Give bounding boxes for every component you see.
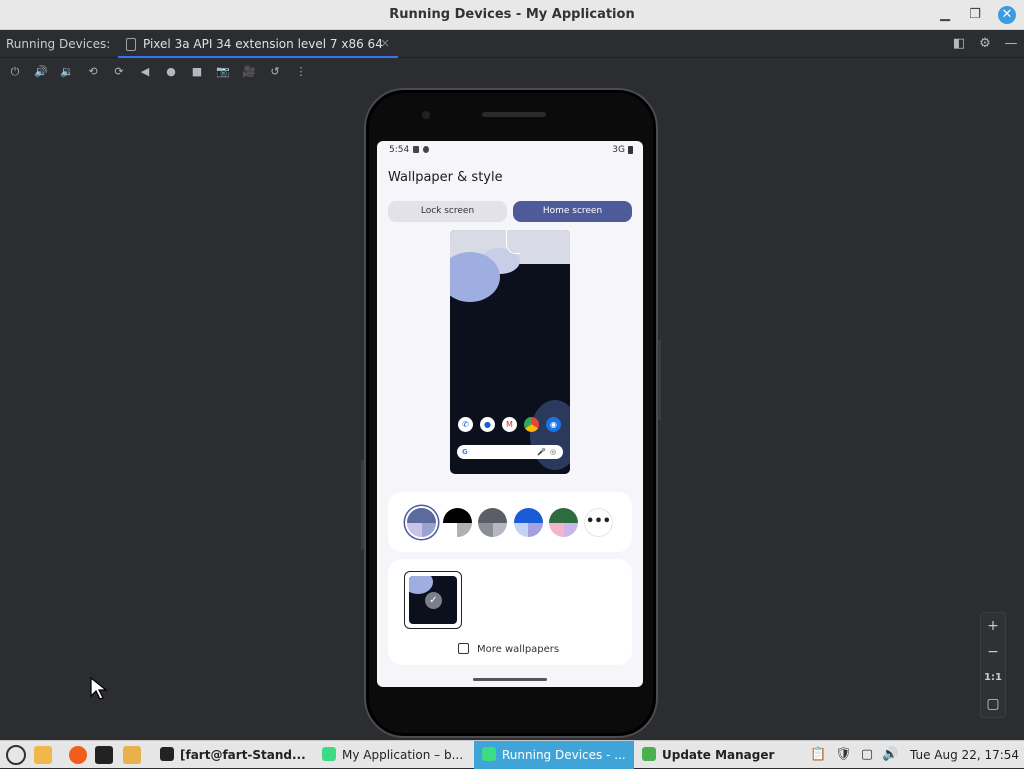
zoom-fit-icon[interactable]: ▢ xyxy=(981,691,1005,717)
files-icon[interactable] xyxy=(123,746,141,764)
camera-icon xyxy=(422,111,430,119)
taskbar-window-label: My Application – b... xyxy=(342,748,464,762)
rotate-right-icon[interactable]: ⟳ xyxy=(111,64,127,80)
more-vert-icon[interactable]: ⋮ xyxy=(293,64,309,80)
phone-app-icon: ✆ xyxy=(458,417,473,432)
volume-down-icon[interactable]: 🔉 xyxy=(59,64,75,80)
mic-icon: 🎤 xyxy=(537,448,546,456)
tab-pixel-3a[interactable]: Pixel 3a API 34 extension level 7 x86 64… xyxy=(118,30,398,58)
tool-window-tabbar: Running Devices: Pixel 3a API 34 extensi… xyxy=(0,30,1024,58)
taskbar-window-update-manager[interactable]: Update Manager xyxy=(634,741,794,769)
terminal-icon[interactable] xyxy=(95,746,113,764)
minimize-panel-icon[interactable]: — xyxy=(1003,36,1019,52)
preview-dock: ✆ ● M ◉ xyxy=(458,417,562,433)
show-desktop-icon[interactable] xyxy=(34,746,52,764)
shield-icon xyxy=(642,747,656,761)
volume-up-icon[interactable]: 🔊 xyxy=(33,64,49,80)
home-icon[interactable]: ● xyxy=(163,64,179,80)
minimize-button[interactable]: ▁ xyxy=(936,6,954,24)
battery-icon xyxy=(628,146,633,154)
check-icon: ✓ xyxy=(425,592,442,609)
camera-app-icon: ◉ xyxy=(546,417,561,432)
wallpaper-card: ✓ More wallpapers xyxy=(388,559,632,665)
running-devices-label: Running Devices: xyxy=(6,37,111,51)
window-icon[interactable]: ▢ xyxy=(859,747,875,763)
overview-icon[interactable]: ■ xyxy=(189,64,205,80)
close-button[interactable]: ✕ xyxy=(998,6,1016,24)
shield-icon[interactable]: 🛡 xyxy=(835,747,852,763)
taskbar-window-running-devices[interactable]: Running Devices - ... xyxy=(474,741,634,769)
gmail-app-icon: M xyxy=(502,417,517,432)
color-swatch[interactable] xyxy=(407,508,436,537)
firefox-icon[interactable] xyxy=(69,746,87,764)
rotate-left-icon[interactable]: ⟲ xyxy=(85,64,101,80)
tab-label: Pixel 3a API 34 extension level 7 x86 64 xyxy=(143,37,383,51)
android-icon xyxy=(322,747,336,761)
terminal-icon xyxy=(160,747,174,761)
window-title: Running Devices - My Application xyxy=(389,7,635,22)
power-icon[interactable]: ⏻ xyxy=(7,64,23,80)
device-toolbar: ⏻ 🔊 🔉 ⟲ ⟳ ◀ ● ■ 📷 🎥 ↺ ⋮ xyxy=(0,59,1024,85)
preview-curve xyxy=(506,230,520,254)
zoom-in-button[interactable]: + xyxy=(981,613,1005,639)
phone-icon xyxy=(126,38,136,51)
sim-icon xyxy=(413,146,420,153)
color-swatch[interactable] xyxy=(549,508,578,537)
color-swatch[interactable] xyxy=(442,508,472,537)
wallpaper-preview[interactable]: ✆ ● M ◉ G 🎤 ◎ xyxy=(450,230,570,474)
title-bar: Running Devices - My Application ▁ ❐ ✕ xyxy=(0,0,1024,30)
zoom-out-button[interactable]: − xyxy=(981,639,1005,665)
preview-search-bar: G 🎤 ◎ xyxy=(457,445,563,459)
back-icon[interactable]: ◀ xyxy=(137,64,153,80)
mint-menu-icon[interactable] xyxy=(6,745,26,765)
color-swatch[interactable] xyxy=(513,508,543,537)
clock[interactable]: Tue Aug 22, 17:54 xyxy=(910,741,1019,769)
android-icon xyxy=(482,747,496,761)
screen-title: Wallpaper & style xyxy=(388,170,503,185)
mouse-cursor-icon xyxy=(90,677,108,700)
color-palette-card: ••• xyxy=(388,492,632,552)
more-wallpapers-label: More wallpapers xyxy=(477,644,560,655)
status-time: 5:54 xyxy=(389,145,430,155)
more-wallpapers-button[interactable]: More wallpapers xyxy=(458,643,559,655)
notification-icon xyxy=(423,146,430,153)
taskbar: [fart@fart-Stand... My Application – b..… xyxy=(0,740,1024,769)
zoom-actual-size-button[interactable]: 1:1 xyxy=(981,665,1005,691)
google-icon: G xyxy=(462,448,468,456)
maximize-button[interactable]: ❐ xyxy=(966,6,984,24)
tab-underline xyxy=(118,56,398,58)
messages-app-icon: ● xyxy=(480,417,495,432)
chrome-app-icon xyxy=(524,417,539,432)
wallpaper-thumbnail[interactable]: ✓ xyxy=(404,571,462,629)
volume-icon[interactable]: 🔊 xyxy=(882,747,898,763)
zoom-controls: + − 1:1 ▢ xyxy=(980,612,1006,718)
layout-icon[interactable]: ◧ xyxy=(951,36,967,52)
speaker-grille xyxy=(482,112,546,117)
screen-record-icon[interactable]: 🎥 xyxy=(241,64,257,80)
taskbar-window-label: [fart@fart-Stand... xyxy=(180,748,306,762)
clipboard-icon[interactable]: 📋 xyxy=(810,747,826,763)
taskbar-window-android-studio[interactable]: My Application – b... xyxy=(314,741,474,769)
tab-home-screen[interactable]: Home screen xyxy=(513,201,632,222)
more-colors-button[interactable]: ••• xyxy=(584,508,613,537)
device-screen[interactable]: 5:54 3G Wallpaper & style Lock screen Ho… xyxy=(377,141,643,687)
gallery-icon xyxy=(458,643,469,654)
volume-side-button[interactable] xyxy=(361,460,364,550)
taskbar-window-terminal[interactable]: [fart@fart-Stand... xyxy=(152,741,315,769)
color-swatch[interactable] xyxy=(478,508,507,537)
screenshot-icon[interactable]: 📷 xyxy=(215,64,231,80)
taskbar-window-label: Update Manager xyxy=(662,748,775,762)
reset-icon[interactable]: ↺ xyxy=(267,64,283,80)
gear-icon[interactable]: ⚙ xyxy=(977,36,993,52)
preview-shape xyxy=(530,400,570,470)
status-network: 3G xyxy=(612,145,625,155)
taskbar-window-label: Running Devices - ... xyxy=(502,748,626,762)
power-side-button[interactable] xyxy=(658,340,661,420)
tab-lock-screen[interactable]: Lock screen xyxy=(388,201,507,222)
gesture-bar[interactable] xyxy=(473,678,547,681)
lens-icon: ◎ xyxy=(550,448,557,456)
tab-close-icon[interactable]: × xyxy=(380,36,390,50)
preview-cloud xyxy=(450,252,500,302)
